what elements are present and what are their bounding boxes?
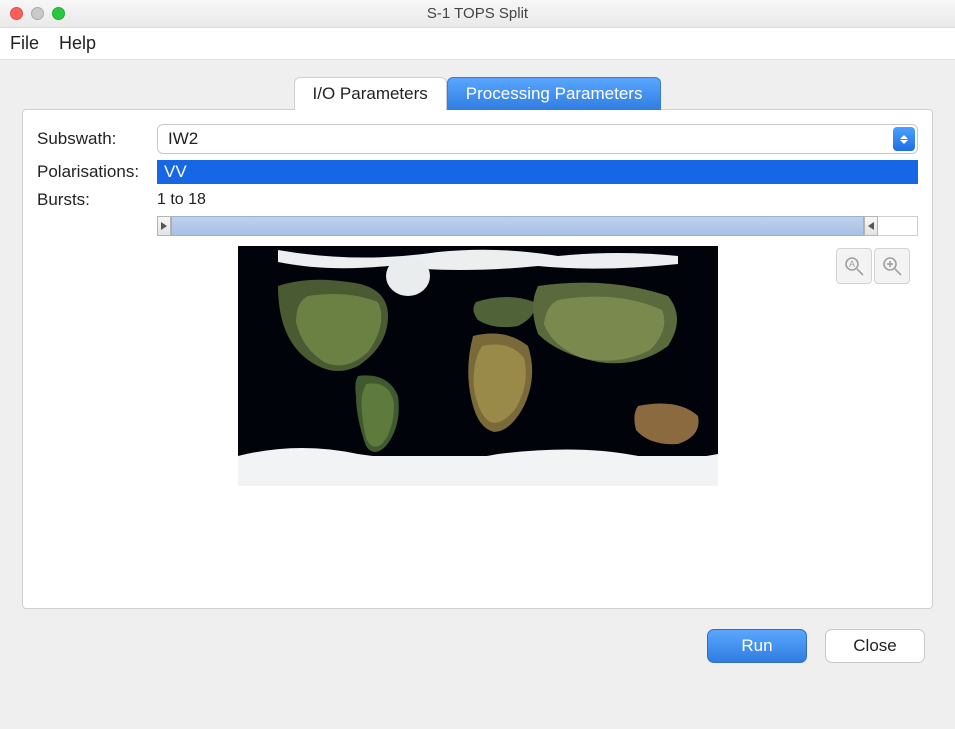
zoom-fit-button[interactable]: A xyxy=(836,248,872,284)
window-title: S-1 TOPS Split xyxy=(0,5,955,22)
label-subswath: Subswath: xyxy=(37,129,157,149)
content-area: I/O Parameters Processing Parameters Sub… xyxy=(0,60,955,729)
bursts-value: 1 to 18 xyxy=(157,191,206,209)
run-button[interactable]: Run xyxy=(707,629,807,663)
bursts-slider-left-handle[interactable] xyxy=(157,216,171,236)
menu-file[interactable]: File xyxy=(10,33,39,54)
tab-io-parameters[interactable]: I/O Parameters xyxy=(294,77,447,110)
polarisations-list-selection[interactable]: VV xyxy=(157,160,918,184)
label-polarisations: Polarisations: xyxy=(37,162,157,182)
dialog-footer: Run Close xyxy=(22,609,933,667)
close-button[interactable]: Close xyxy=(825,629,925,663)
label-bursts: Bursts: xyxy=(37,190,157,210)
bursts-slider-track[interactable] xyxy=(171,216,864,236)
map-tool-buttons: A xyxy=(836,248,910,284)
row-bursts: Bursts: 1 to 18 xyxy=(37,190,918,236)
parameters-panel: Subswath: IW2 Polarisations: VV Bursts: … xyxy=(22,109,933,609)
subswath-value: IW2 xyxy=(168,129,198,149)
bursts-range-slider[interactable] xyxy=(157,216,918,236)
menubar: File Help xyxy=(0,28,955,60)
subswath-select[interactable]: IW2 xyxy=(157,124,918,154)
tab-strip: I/O Parameters Processing Parameters xyxy=(22,76,933,109)
tab-processing-parameters[interactable]: Processing Parameters xyxy=(447,77,662,110)
menu-help[interactable]: Help xyxy=(59,33,96,54)
row-subswath: Subswath: IW2 xyxy=(37,124,918,154)
dropdown-stepper-icon xyxy=(893,127,915,151)
polarisations-value: VV xyxy=(164,162,187,182)
titlebar: S-1 TOPS Split xyxy=(0,0,955,28)
svg-text:A: A xyxy=(849,259,855,269)
bursts-slider-end-gap xyxy=(878,216,918,236)
row-polarisations: Polarisations: VV xyxy=(37,160,918,184)
world-map-preview[interactable] xyxy=(238,246,718,486)
bursts-slider-right-handle[interactable] xyxy=(864,216,878,236)
map-preview-area: A xyxy=(37,246,918,486)
zoom-in-button[interactable] xyxy=(874,248,910,284)
